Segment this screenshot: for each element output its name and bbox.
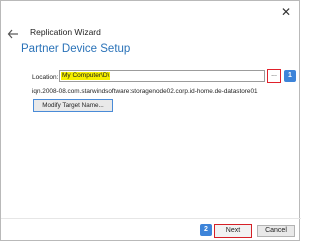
page-title: Partner Device Setup [21, 43, 131, 55]
target-iqn-text: iqn.2008-08.com.starwindsoftware:storage… [32, 88, 258, 95]
wizard-window: ✕ Replication Wizard Partner Device Setu… [0, 0, 301, 241]
back-arrow-icon[interactable] [7, 28, 19, 40]
browse-button[interactable]: ... [267, 69, 281, 83]
window-title: Replication Wizard [30, 27, 101, 37]
footer-divider [1, 218, 301, 219]
next-button[interactable]: Next [214, 224, 252, 238]
modify-target-name-button[interactable]: Modify Target Name... [33, 99, 113, 112]
close-icon[interactable]: ✕ [279, 5, 293, 19]
step-badge-2: 2 [200, 224, 212, 236]
location-value: My Computer\D\ [61, 72, 111, 80]
location-label: Location: [32, 74, 59, 81]
location-input[interactable]: My Computer\D\ [59, 70, 265, 82]
cancel-button[interactable]: Cancel [257, 225, 295, 237]
step-badge-1: 1 [284, 70, 296, 82]
